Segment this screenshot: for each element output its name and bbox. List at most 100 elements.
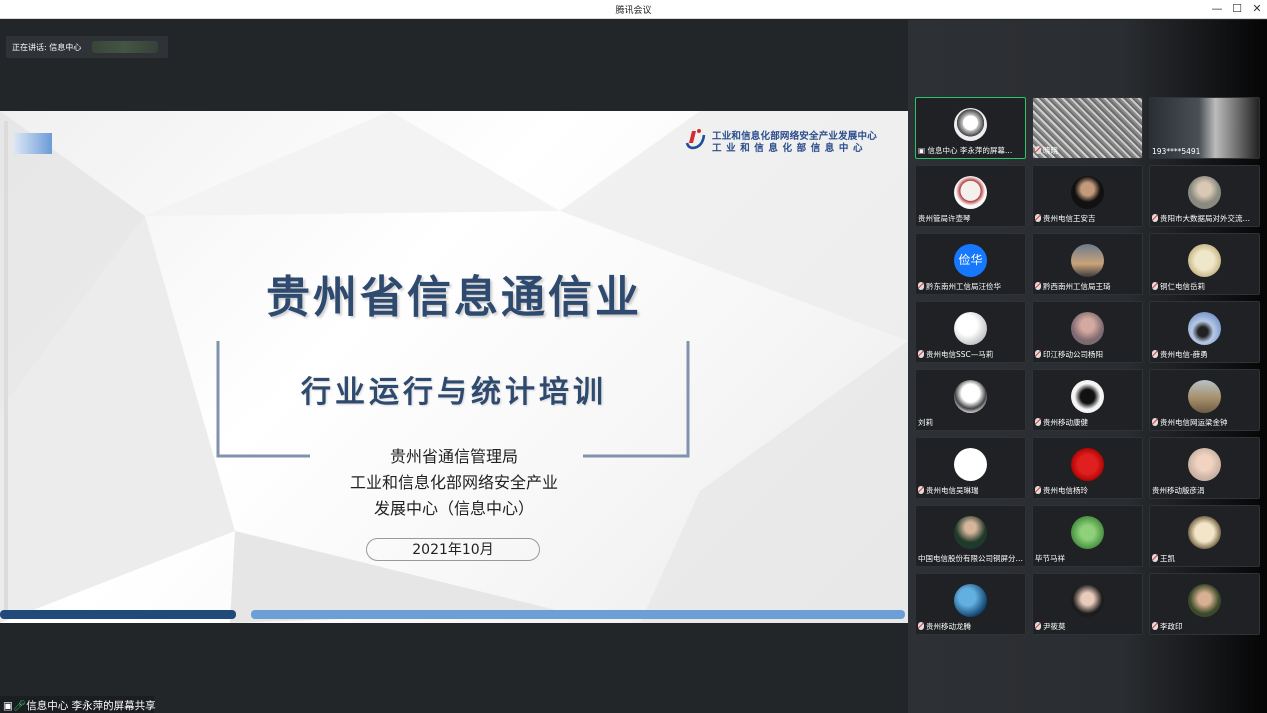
participant-name: 李政印 [1152,621,1257,632]
minimize-button[interactable]: — [1208,1,1226,17]
participant-name: 贵州电信-薛勇 [1152,349,1257,360]
participant-name-text: 晓晓 [1043,146,1058,155]
participant-avatar [1188,312,1221,345]
mic-muted-icon [1035,622,1041,630]
avatar-initials: 俭华 [958,253,983,267]
slide-org-line3: 发展中心（信息中心） [373,499,534,518]
participant-avatar [1071,312,1104,345]
window-title: 腾讯会议 [615,6,652,16]
mic-muted-icon [1152,282,1158,290]
participant-name-text: 黔东南州工信局汪俭华 [926,282,1001,291]
participant-name: 贵阳市大数据局对外交流… [1152,213,1257,224]
participant-tile[interactable]: 尹筱莫 [1032,573,1143,635]
participant-name: 毕节马祥 [1035,553,1140,564]
participant-name-text: 贵州移动康健 [1043,418,1088,427]
participant-name: 王凯 [1152,553,1257,564]
participant-avatar [1071,176,1104,209]
participant-name-text: 毕节马祥 [1035,554,1065,563]
presentation-slide: 工业和信息化部网络安全产业发展中心 工业和信息化部信息中心 贵州省信息通信业 行… [0,111,908,623]
org-logo: 工业和信息化部网络安全产业发展中心 工业和信息化部信息中心 [683,125,893,155]
participant-gallery: ▣ 信息中心 李永萍的屏幕… 晓晓 193****5491 贵州管局许壶琴 贵州电信王安… [908,20,1267,713]
slide-date: 2021年10月 [366,538,540,561]
participant-name-text: 尹筱莫 [1043,622,1066,631]
participant-tile[interactable]: 贵州电信王安吉 [1032,165,1143,227]
slide-title: 贵州省信息通信业 [266,272,642,323]
participant-tile[interactable]: 毕节马祥 [1032,505,1143,567]
mic-muted-icon [1035,486,1041,494]
participant-tile[interactable]: 贵州电信SSC—马莉 [915,301,1026,363]
mic-muted-icon [918,350,924,358]
participant-tile[interactable]: 俭华黔东南州工信局汪俭华 [915,233,1026,295]
participant-avatar [954,312,987,345]
participant-name: 刘莉 [918,417,1023,428]
participant-avatar [954,448,987,481]
participant-name: 尹筱莫 [1035,621,1140,632]
participant-avatar [1071,584,1104,617]
participant-tile[interactable]: 印江移动公司杨阳 [1032,301,1143,363]
participant-name-text: 李政印 [1160,622,1183,631]
participant-tile[interactable]: 贵州移动殷彦涓 [1149,437,1260,499]
participant-avatar [1188,584,1221,617]
participant-name: 印江移动公司杨阳 [1035,349,1140,360]
participant-name: 铜仁电信岳莉 [1152,281,1257,292]
participant-tile[interactable]: 贵州电信吴琳瑞 [915,437,1026,499]
shared-screen-area: 正在讲话: 信息中心 工业和信息化部网络安全产业发展中心 工业和信息化部信息中心… [0,20,908,713]
participant-name-text: 信息中心 李永萍的屏幕… [927,146,1013,155]
participant-name-text: 贵州移动龙腾 [926,622,971,631]
participant-avatar [954,584,987,617]
participant-tile[interactable]: 刘莉 [915,369,1026,431]
participant-tile[interactable]: 贵州电信杨玲 [1032,437,1143,499]
participant-name: 黔东南州工信局汪俭华 [918,281,1023,292]
participant-name: 贵州电信王安吉 [1035,213,1140,224]
participant-tile[interactable]: 晓晓 [1032,97,1143,159]
participant-name: 贵州电信杨玲 [1035,485,1140,496]
mic-muted-icon [1152,622,1158,630]
participant-tile[interactable]: ▣ 信息中心 李永萍的屏幕… [915,97,1026,159]
participant-name: 贵州电信SSC—马莉 [918,349,1023,360]
participant-name-text: 贵州管局许壶琴 [918,214,971,223]
participant-tile[interactable]: 铜仁电信岳莉 [1149,233,1260,295]
participant-name: 贵州电信网运梁金钟 [1152,417,1257,428]
mic-muted-icon [1035,350,1041,358]
participant-tile[interactable]: 贵阳市大数据局对外交流… [1149,165,1260,227]
participant-tile[interactable]: 贵州移动龙腾 [915,573,1026,635]
mic-muted-icon [1035,214,1041,222]
participant-avatar [1188,516,1221,549]
participant-name-text: 王凯 [1160,554,1175,563]
participant-tile[interactable]: 贵州电信网运梁金钟 [1149,369,1260,431]
participant-name-text: 中国电信股份有限公司铜屏分… [918,554,1023,563]
participant-tile[interactable]: 贵州电信-薛勇 [1149,301,1260,363]
participant-tile[interactable]: 王凯 [1149,505,1260,567]
participant-name-text: 193****5491 [1152,147,1201,156]
logo-line2: 工业和信息化部信息中心 [712,143,868,154]
window-titlebar: 腾讯会议 — ☐ ✕ [0,0,1267,19]
participant-tile[interactable]: 193****5491 [1149,97,1260,159]
participant-name: 黔西南州工信局王琦 [1035,281,1140,292]
participant-tile[interactable]: 中国电信股份有限公司铜屏分… [915,505,1026,567]
participant-tile[interactable]: 贵州移动康健 [1032,369,1143,431]
mic-muted-icon [1152,214,1158,222]
participant-tile[interactable]: 黔西南州工信局王琦 [1032,233,1143,295]
participant-name: 晓晓 [1035,145,1140,156]
speaking-label: 正在讲话: 信息中心 [12,43,82,52]
close-button[interactable]: ✕ [1248,1,1266,17]
participant-name-text: 印江移动公司杨阳 [1043,350,1103,359]
participant-avatar [954,516,987,549]
maximize-button[interactable]: ☐ [1228,1,1246,17]
participant-tile[interactable]: 李政印 [1149,573,1260,635]
participant-tile[interactable]: 贵州管局许壶琴 [915,165,1026,227]
participant-name-text: 贵州电信网运梁金钟 [1160,418,1228,427]
participant-avatar: 俭华 [954,244,987,277]
participant-name: 193****5491 [1152,147,1257,156]
screen-share-status[interactable]: ▣🎤︎信息中心 李永萍的屏幕共享 [0,696,156,713]
participant-avatar [1071,516,1104,549]
participant-avatar [1071,244,1104,277]
slide-bar-dark [0,610,236,619]
participant-name-text: 贵州电信王安吉 [1043,214,1096,223]
participant-name: 中国电信股份有限公司铜屏分… [918,553,1023,564]
participant-name-text: 贵州电信SSC—马莉 [926,350,994,359]
slide-org-line1: 贵州省通信管理局 [389,447,518,466]
mic-muted-icon [1152,418,1158,426]
participant-avatar [954,380,987,413]
speaking-level-icon [92,41,158,53]
